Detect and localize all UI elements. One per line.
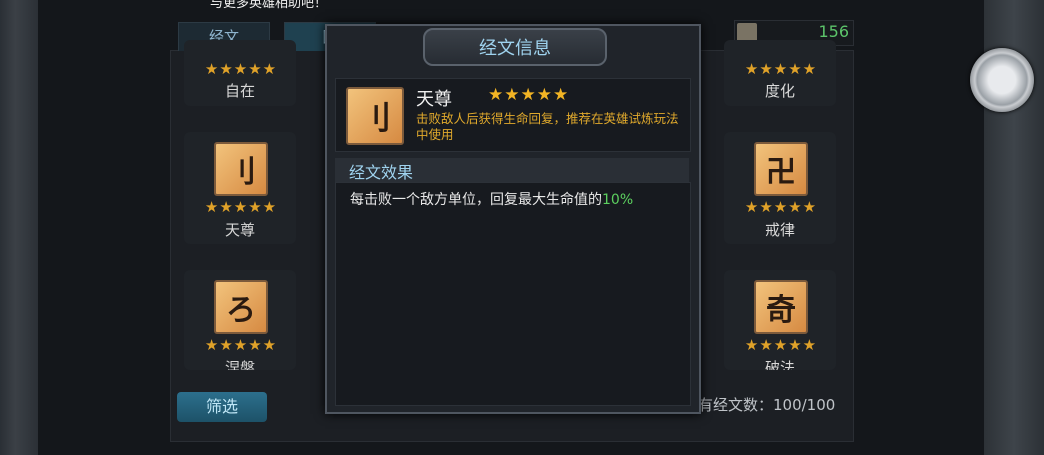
filter-button[interactable]: 筛选 bbox=[177, 392, 267, 422]
floating-assist-button[interactable] bbox=[970, 48, 1034, 112]
star-rating: ★★★★★ bbox=[204, 336, 278, 354]
card-label: 自在 bbox=[224, 82, 255, 100]
scripture-description: 击败敌人后获得生命回复，推荐在英雄试炼玩法中使用 bbox=[416, 111, 679, 142]
card-duhua[interactable]: ★★★★★ 度化 bbox=[724, 40, 836, 106]
star-rating: ★★★★★ bbox=[204, 60, 278, 78]
scripture-summary: 刂 天尊 ★★★★★ 击败敌人后获得生命回复，推荐在英雄试炼玩法中使用 bbox=[335, 78, 691, 152]
left-frame bbox=[0, 0, 38, 455]
card-label: 天尊 bbox=[224, 221, 255, 239]
effect-text: 每击败一个敌方单位，回复最大生命值的10% bbox=[350, 189, 633, 209]
card-label: 破法 bbox=[764, 359, 795, 370]
scripture-icon: 卍 bbox=[754, 142, 808, 196]
card-pofa[interactable]: 奇 ★★★★★ 破法 bbox=[724, 270, 836, 370]
star-rating: ★★★★★ bbox=[488, 85, 570, 105]
owned-count: 有经文数：100/100 bbox=[698, 396, 836, 414]
star-rating: ★★★★★ bbox=[744, 198, 818, 216]
card-tianzun[interactable]: 刂 ★★★★★ 天尊 bbox=[184, 132, 296, 244]
scripture-icon: ろ bbox=[214, 280, 268, 334]
scripture-icon: 奇 bbox=[754, 280, 808, 334]
card-label: 戒律 bbox=[764, 221, 795, 239]
card-label: 度化 bbox=[764, 82, 795, 100]
modal-title: 经文信息 bbox=[479, 38, 551, 59]
effect-description: 每击败一个敌方单位，回复最大生命值的 bbox=[350, 192, 602, 208]
modal-title-banner: 经文信息 bbox=[423, 28, 607, 66]
star-rating: ★★★★★ bbox=[744, 336, 818, 354]
star-rating: ★★★★★ bbox=[204, 198, 278, 216]
top-hint-text: 与更多英雄相助吧！ bbox=[210, 0, 328, 11]
effect-body: 每击败一个敌方单位，回复最大生命值的10% bbox=[335, 182, 691, 406]
card-jielv[interactable]: 卍 ★★★★★ 戒律 bbox=[724, 132, 836, 244]
effect-title: 经文效果 bbox=[349, 163, 414, 182]
card-label: 涅槃 bbox=[224, 359, 255, 370]
scripture-info-modal: 经文信息 刂 天尊 ★★★★★ 击败敌人后获得生命回复，推荐在英雄试炼玩法中使用… bbox=[325, 24, 701, 414]
card-niepan[interactable]: ろ ★★★★★ 涅槃 bbox=[184, 270, 296, 370]
currency-value: 156 bbox=[818, 22, 849, 41]
scripture-icon: 刂 bbox=[214, 142, 268, 196]
scripture-icon: 刂 bbox=[346, 87, 404, 145]
effect-percentage: 10% bbox=[602, 192, 634, 208]
card-zizai[interactable]: ★★★★★ 自在 bbox=[184, 40, 296, 106]
effect-header: 经文效果 bbox=[335, 158, 689, 182]
star-rating: ★★★★★ bbox=[744, 60, 818, 78]
scripture-name: 天尊 bbox=[416, 89, 452, 110]
